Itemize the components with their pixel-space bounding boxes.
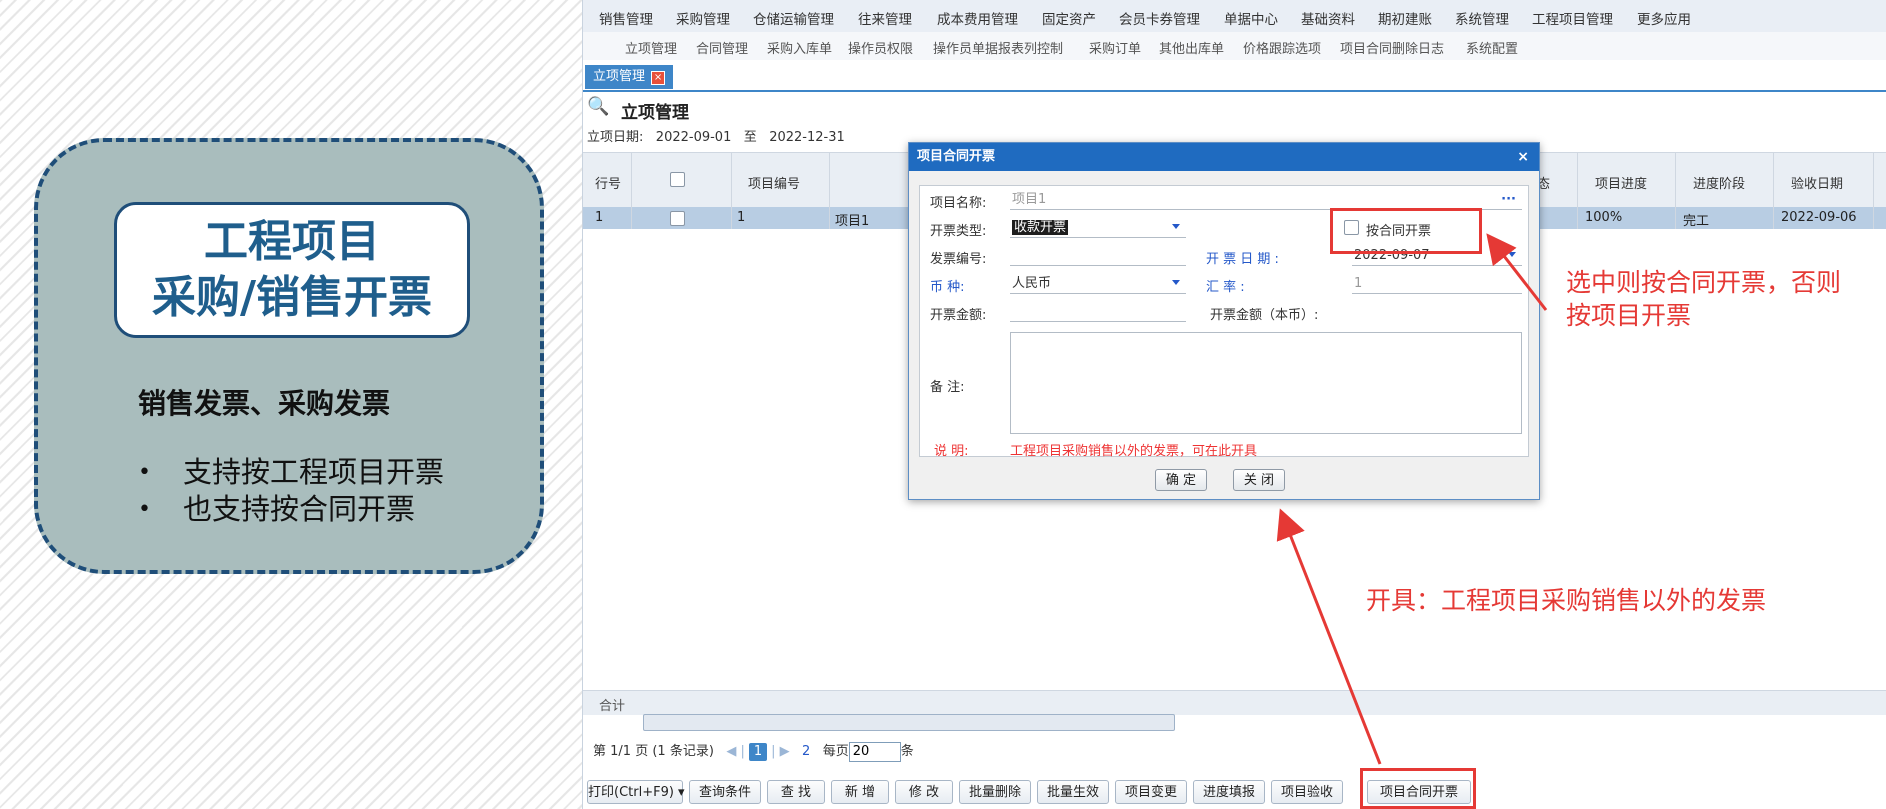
annotation-arrows — [1276, 233, 1548, 765]
arrow-to-checkbox — [1486, 233, 1548, 311]
issue-annotation: 开具：工程项目采购销售以外的发票 — [1366, 586, 1767, 615]
arrow-to-dialog — [1276, 508, 1382, 765]
checkbox-annotation-line1: 选中则按合同开票，否则 — [1566, 268, 1842, 297]
checkbox-annotation: 选中则按合同开票，否则 按项目开票 — [1566, 266, 1841, 332]
checkbox-annotation-line2: 按项目开票 — [1566, 301, 1692, 330]
